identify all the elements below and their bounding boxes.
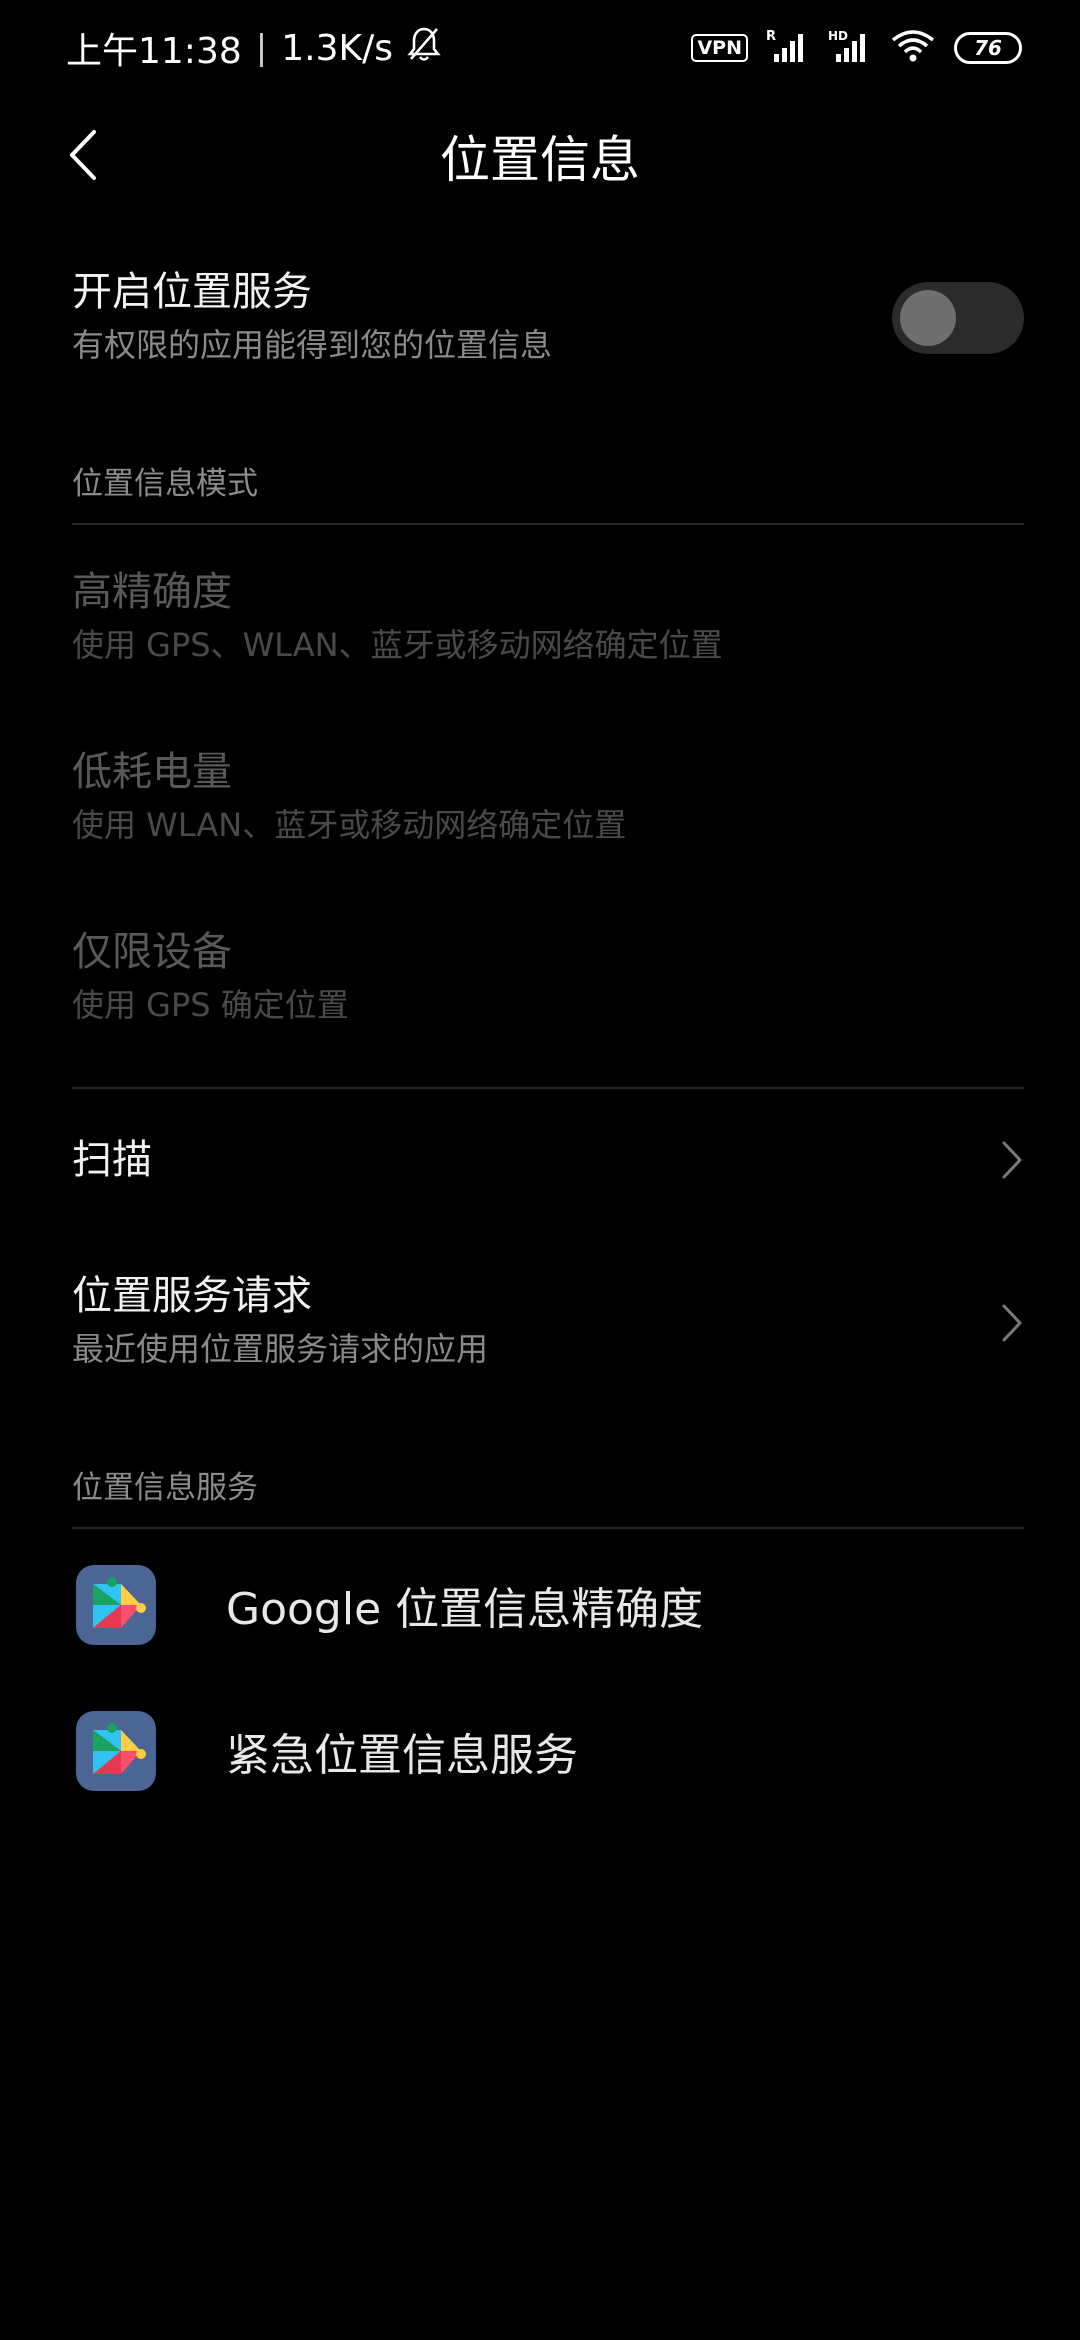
mode-section-label: 位置信息模式 xyxy=(72,466,258,502)
location-service-toggle[interactable] xyxy=(892,282,1024,354)
chevron-right-icon xyxy=(1002,1141,1022,1179)
google-play-services-icon xyxy=(76,1565,156,1645)
requests-subtitle: 最近使用位置服务请求的应用 xyxy=(72,1330,489,1368)
wifi-icon xyxy=(890,28,936,68)
scan-title: 扫描 xyxy=(72,1137,152,1183)
mode-title: 仅限设备 xyxy=(72,929,232,975)
service-label: 紧急位置信息服务 xyxy=(226,1730,578,1781)
toggle-knob xyxy=(900,290,956,346)
mode-battery-saving[interactable]: 低耗电量 使用 WLAN、蓝牙或移动网络确定位置 xyxy=(72,746,1026,848)
location-service-title: 开启位置服务 xyxy=(72,269,312,315)
mode-subtitle: 使用 GPS 确定位置 xyxy=(72,986,349,1024)
signal-hd-icon: HD xyxy=(828,28,872,68)
svg-text:R: R xyxy=(766,29,776,44)
status-right: VPN R HD 76 xyxy=(691,28,1022,68)
battery-icon: 76 xyxy=(954,32,1022,64)
google-location-accuracy-item[interactable]: Google 位置信息精确度 xyxy=(72,1550,1024,1660)
vpn-badge: VPN xyxy=(691,34,748,62)
status-left: 上午11:38 | 1.3K/s xyxy=(66,22,441,74)
emergency-location-service-item[interactable]: 紧急位置信息服务 xyxy=(72,1696,1024,1806)
mode-title: 高精确度 xyxy=(72,569,232,615)
mode-subtitle: 使用 WLAN、蓝牙或移动网络确定位置 xyxy=(72,806,627,844)
location-requests-row[interactable]: 位置服务请求 最近使用位置服务请求的应用 xyxy=(72,1270,1026,1372)
location-service-row[interactable]: 开启位置服务 有权限的应用能得到您的位置信息 xyxy=(72,266,1026,368)
divider xyxy=(72,1087,1024,1089)
status-bar: 上午11:38 | 1.3K/s VPN R HD 76 xyxy=(0,0,1080,96)
bell-off-icon xyxy=(407,25,441,72)
scan-row[interactable]: 扫描 xyxy=(72,1134,1026,1186)
status-time: 上午11:38 xyxy=(66,31,242,72)
chevron-right-icon xyxy=(1002,1304,1022,1342)
location-service-subtitle: 有权限的应用能得到您的位置信息 xyxy=(72,326,553,364)
status-separator: | xyxy=(255,28,268,68)
divider xyxy=(72,1527,1024,1529)
mode-high-accuracy[interactable]: 高精确度 使用 GPS、WLAN、蓝牙或移动网络确定位置 xyxy=(72,566,1026,668)
mode-device-only[interactable]: 仅限设备 使用 GPS 确定位置 xyxy=(72,926,1026,1028)
services-section-label: 位置信息服务 xyxy=(72,1470,258,1506)
mode-subtitle: 使用 GPS、WLAN、蓝牙或移动网络确定位置 xyxy=(72,626,723,664)
status-net-speed: 1.3K/s xyxy=(281,27,393,69)
divider xyxy=(72,523,1024,525)
battery-level: 76 xyxy=(974,36,1002,60)
page-title: 位置信息 xyxy=(440,131,640,189)
service-label: Google 位置信息精确度 xyxy=(226,1584,704,1635)
app-header: 位置信息 xyxy=(0,100,1080,210)
location-settings-screen: 上午11:38 | 1.3K/s VPN R HD 76 位置信息 开启位置服务… xyxy=(0,0,1080,2340)
requests-title: 位置服务请求 xyxy=(72,1273,312,1319)
mode-title: 低耗电量 xyxy=(72,749,232,795)
svg-text:HD: HD xyxy=(828,29,848,43)
signal-r-icon: R xyxy=(766,28,810,68)
google-play-services-icon xyxy=(76,1711,156,1791)
